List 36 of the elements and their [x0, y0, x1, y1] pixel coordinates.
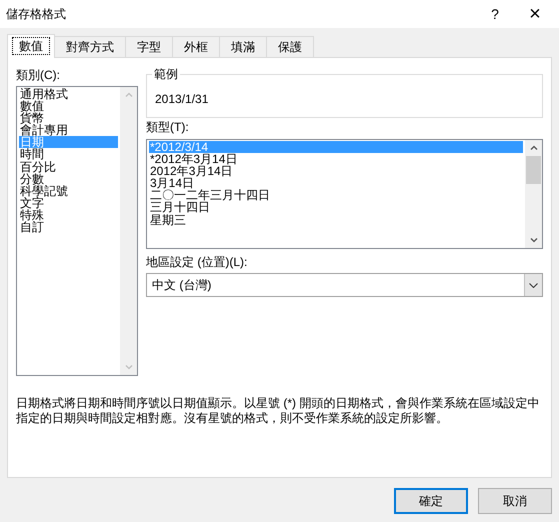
category-item[interactable]: 時間: [19, 148, 118, 161]
cancel-button[interactable]: 取消: [478, 488, 552, 514]
type-item[interactable]: 3月14日: [149, 177, 523, 190]
tab[interactable]: 數值: [7, 34, 55, 58]
sample-label: 範例: [152, 67, 180, 81]
description-text: 日期格式將日期和時間序號以日期值顯示。以星號 (*) 開頭的日期格式，會與作業系統在區域設定中指定的日期與時間設定相對應。沒有星號的格式，則不受作業系統的設定所影響。: [16, 396, 540, 426]
locale-label: 地區設定 (位置)(L):: [146, 255, 248, 270]
scroll-thumb[interactable]: [526, 156, 541, 184]
type-item[interactable]: 2012年3月14日: [149, 165, 523, 178]
category-item[interactable]: 通用格式: [19, 88, 118, 100]
scroll-up-icon[interactable]: [530, 145, 538, 150]
ok-button[interactable]: 確定: [394, 488, 468, 514]
category-item[interactable]: 數值: [19, 100, 118, 112]
type-item[interactable]: 星期三: [149, 214, 523, 226]
tab[interactable]: 保護: [266, 36, 314, 58]
type-label: 類型(T):: [146, 120, 190, 135]
chevron-down-icon: [529, 282, 538, 288]
window-title: 儲存格格式: [6, 6, 67, 22]
category-label: 類別(C):: [16, 68, 61, 83]
category-item[interactable]: 會計專用: [19, 124, 118, 136]
category-item[interactable]: 貨幣: [19, 112, 118, 124]
sample-value: 2013/1/31: [155, 92, 208, 106]
type-item[interactable]: 二〇一二年三月十四日: [149, 189, 523, 202]
help-button[interactable]: ?: [475, 0, 515, 28]
category-item[interactable]: 分數: [19, 172, 118, 185]
scroll-down-icon[interactable]: [530, 238, 538, 243]
category-item[interactable]: 文字: [19, 196, 118, 209]
category-item[interactable]: 科學記號: [19, 184, 118, 197]
type-item[interactable]: 三月十四日: [149, 201, 523, 214]
category-item[interactable]: 百分比: [19, 160, 118, 173]
close-button[interactable]: ×: [515, 0, 555, 28]
locale-dropdown[interactable]: 中文 (台灣): [146, 273, 543, 297]
category-item[interactable]: 自訂: [19, 221, 118, 234]
scrollbar[interactable]: [525, 140, 542, 248]
category-item[interactable]: 特殊: [19, 208, 118, 222]
type-item[interactable]: *2012年3月14日: [149, 153, 523, 166]
